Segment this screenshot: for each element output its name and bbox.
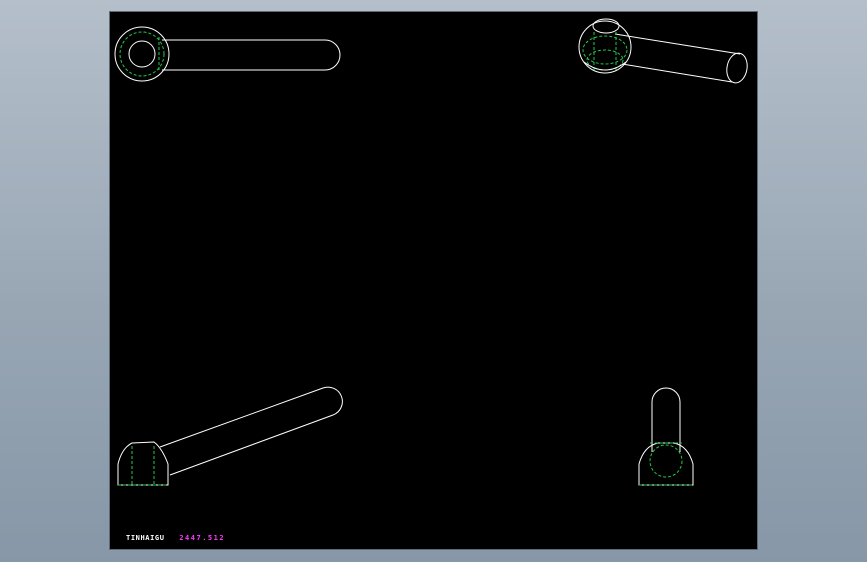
- front-boss-outline: [117, 441, 169, 486]
- side-bore-hidden-circle: [649, 444, 683, 478]
- front-arm-top-edge: [159, 387, 324, 448]
- drawing-sheet: TINHAIGU 2447.512: [110, 12, 757, 549]
- iso-boss-body: [578, 20, 632, 74]
- front-arm-bottom-edge: [169, 414, 334, 476]
- title-stamp: TINHAIGU 2447.512: [126, 534, 225, 542]
- side-view: [638, 387, 694, 486]
- boss-outer-circle: [114, 26, 170, 82]
- cad-drawing: [114, 18, 748, 486]
- iso-arm-end-ellipse: [726, 52, 748, 84]
- isometric-view: [578, 18, 748, 84]
- stamp-code: 2447.512: [179, 534, 226, 542]
- front-arm-end-cap: [322, 386, 343, 416]
- boss-bore-circle: [128, 40, 156, 68]
- side-boss-outline: [638, 442, 694, 486]
- stamp-logo: TINHAIGU: [126, 534, 165, 542]
- iso-arm-top-edge: [614, 33, 741, 55]
- lever-arm-outline: [162, 39, 341, 71]
- front-view: [117, 386, 343, 486]
- side-arm-outline: [651, 387, 681, 452]
- iso-arm-bottom-edge: [621, 63, 733, 83]
- boss-hidden-circle: [119, 31, 165, 77]
- top-view: [114, 26, 341, 82]
